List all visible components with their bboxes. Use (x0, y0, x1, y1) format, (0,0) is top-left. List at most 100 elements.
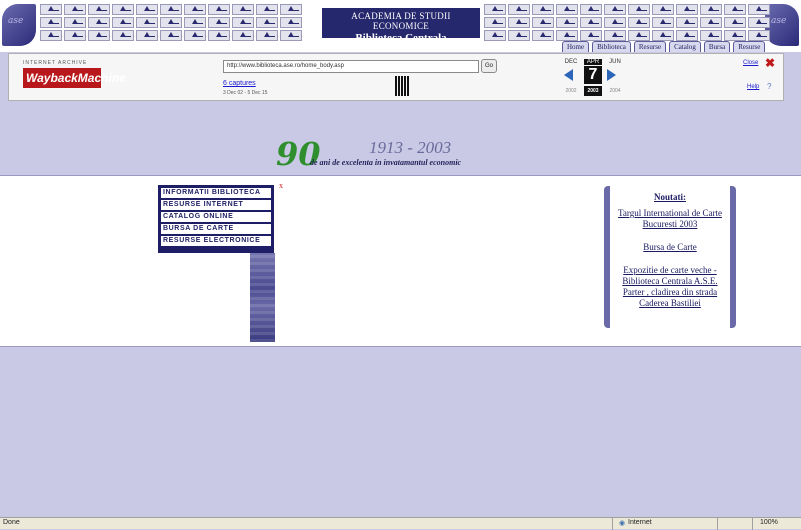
header-tile (256, 4, 278, 15)
header-tile (160, 30, 182, 41)
header-tile (112, 30, 134, 41)
prev-year-label[interactable]: 2002 (562, 88, 580, 94)
header-tile (184, 17, 206, 28)
header-tile (112, 17, 134, 28)
status-bar: Done ◉ Internet 100% (0, 517, 801, 530)
news-item-expozitie-line2[interactable]: Biblioteca Centrala A.S.E. (610, 276, 730, 287)
header-tile (508, 17, 530, 28)
close-icon[interactable]: ✖ (765, 56, 775, 70)
wayback-close-link[interactable]: Close (743, 60, 758, 66)
menu-resurse-electronice[interactable]: RESURSE ELECTRONICE (161, 236, 271, 246)
tab-home[interactable]: Home (562, 41, 590, 52)
site-title-line1: ACADEMIA DE STUDII ECONOMICE (351, 11, 451, 31)
help-icon[interactable]: ? (767, 82, 771, 91)
current-month-label: APR (584, 59, 602, 65)
header-tile (748, 4, 770, 15)
menu-bursa-de-carte[interactable]: BURSA DE CARTE (161, 224, 271, 234)
header-tile (88, 30, 110, 41)
news-item-expozitie[interactable]: Expozitie de carte veche - (610, 265, 730, 276)
header-tile (88, 17, 110, 28)
news-item-expozitie-line4[interactable]: Caderea Bastiliei (610, 298, 730, 309)
next-year-label[interactable]: 2004 (606, 88, 624, 94)
menu-informatii-biblioteca[interactable]: INFORMATII BIBLIOTECA (161, 188, 271, 198)
anniversary-years: 1913 - 2003 (369, 138, 452, 157)
header-tile (580, 17, 602, 28)
news-item-targul-line2[interactable]: Bucuresti 2003 (610, 219, 730, 230)
prev-month-label[interactable]: DEC (562, 59, 580, 65)
internet-archive-label: INTERNET ARCHIVE (23, 60, 88, 66)
tab-biblioteca[interactable]: Biblioteca (592, 41, 631, 52)
menu-close-icon[interactable]: x (279, 181, 283, 190)
news-item-targul[interactable]: Targul International de Carte (610, 208, 730, 219)
site-header: ase ase ACADEMIA DE STUDII ECONOMICE Bib… (0, 0, 801, 52)
globe-icon: ◉ (619, 520, 626, 527)
news-item-expozitie-line3[interactable]: Parter , cladirea din strada (610, 287, 730, 298)
wayback-logo[interactable]: WaybackMachine (23, 68, 126, 88)
news-title: Noutati: (654, 192, 686, 202)
header-tile (748, 30, 770, 41)
header-tile (628, 4, 650, 15)
captures-sparkline[interactable] (395, 76, 409, 96)
wayback-help-link[interactable]: Help (747, 84, 759, 90)
header-tile (256, 30, 278, 41)
header-tile (136, 17, 158, 28)
header-tile (112, 4, 134, 15)
header-tile (232, 30, 254, 41)
header-tile (724, 17, 746, 28)
arrow-right-icon[interactable] (607, 69, 616, 81)
main-menu: INFORMATII BIBLIOTECA RESURSE INTERNET C… (158, 185, 274, 253)
ase-logo-left: ase (2, 4, 36, 46)
header-tile (556, 30, 578, 41)
security-zone: Internet (628, 519, 652, 526)
header-tile (484, 30, 506, 41)
header-tile (628, 30, 650, 41)
header-tile (208, 4, 230, 15)
tab-catalog[interactable]: Catalog (669, 41, 701, 52)
header-tile (160, 17, 182, 28)
header-tile (508, 4, 530, 15)
header-tile (484, 4, 506, 15)
status-text: Done (3, 519, 20, 526)
anniversary-text: de ani de excelenta in invatamantul econ… (310, 158, 462, 167)
header-tile (580, 30, 602, 41)
header-tile (208, 17, 230, 28)
header-tile (64, 30, 86, 41)
header-tile (676, 4, 698, 15)
news-box: Noutati: Targul International de Carte B… (604, 186, 736, 328)
header-tile (232, 17, 254, 28)
captures-range: 3 Dec 02 - 5 Dec 15 (223, 90, 268, 96)
wayback-go-button[interactable]: Go (481, 59, 497, 73)
building-image (250, 253, 275, 342)
header-tile (628, 17, 650, 28)
wayback-url-input[interactable]: http://www.biblioteca.ase.ro/home_body.a… (223, 60, 479, 73)
zoom-level[interactable]: 100% (760, 519, 778, 526)
tab-bursa[interactable]: Bursa (703, 41, 731, 52)
menu-catalog-online[interactable]: CATALOG ONLINE (161, 212, 271, 222)
tab-resurse-electronice[interactable]: Resurse (733, 41, 766, 52)
status-separator (612, 518, 613, 530)
header-tile (724, 30, 746, 41)
header-tile (700, 17, 722, 28)
header-tile (136, 4, 158, 15)
next-month-label[interactable]: JUN (606, 59, 624, 65)
header-tile (40, 17, 62, 28)
news-item-bursa[interactable]: Bursa de Carte (610, 242, 730, 253)
header-tile (256, 17, 278, 28)
header-tile (604, 17, 626, 28)
header-tile (748, 17, 770, 28)
header-tile (676, 17, 698, 28)
arrow-left-icon[interactable] (564, 69, 573, 81)
header-tile (604, 30, 626, 41)
captures-link[interactable]: 6 captures (223, 80, 256, 87)
header-tile (64, 4, 86, 15)
header-tile (160, 4, 182, 15)
header-tile (556, 4, 578, 15)
header-tile (532, 4, 554, 15)
tab-resurse[interactable]: Resurse (633, 41, 667, 52)
site-title-line2: Biblioteca Centrala (355, 32, 447, 44)
header-tile (184, 4, 206, 15)
header-tile (280, 17, 302, 28)
header-tile (40, 30, 62, 41)
header-tile (652, 30, 674, 41)
menu-resurse-internet[interactable]: RESURSE INTERNET (161, 200, 271, 210)
